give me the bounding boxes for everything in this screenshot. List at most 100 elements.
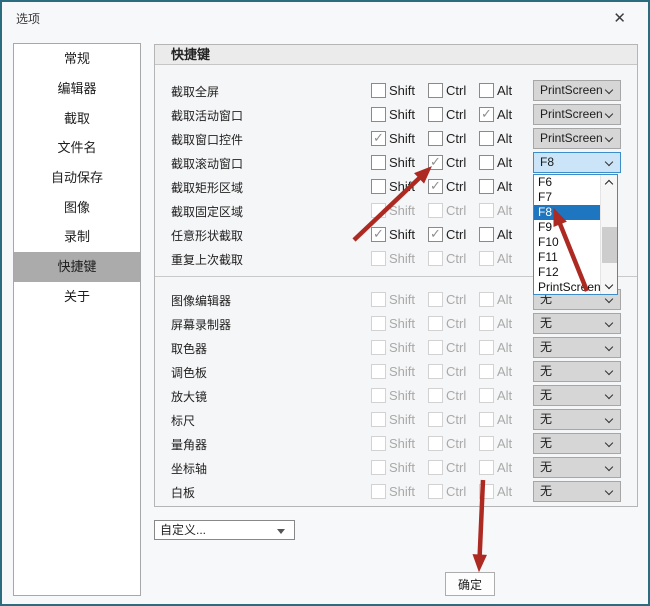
- alt-checkbox[interactable]: [479, 316, 494, 331]
- hotkey-combobox[interactable]: 无: [533, 385, 621, 406]
- hotkey-row-label: 重复上次截取: [171, 251, 243, 268]
- alt-checkbox[interactable]: [479, 203, 494, 218]
- sidebar-item-4[interactable]: 自动保存: [14, 163, 140, 193]
- ctrl-checkbox[interactable]: ✓: [428, 155, 443, 170]
- shift-checkbox[interactable]: [371, 83, 386, 98]
- alt-checkbox[interactable]: [479, 484, 494, 499]
- check-icon: ✓: [430, 178, 441, 194]
- hotkey-row: 放大镜ShiftCtrlAlt无: [155, 385, 637, 407]
- chevron-down-icon: [605, 110, 613, 118]
- alt-checkbox[interactable]: [479, 364, 494, 379]
- alt-checkbox[interactable]: [479, 251, 494, 266]
- hotkey-combobox[interactable]: PrintScreen: [533, 104, 621, 125]
- hotkey-combobox[interactable]: 无: [533, 337, 621, 358]
- ctrl-checkbox[interactable]: [428, 340, 443, 355]
- shift-checkbox[interactable]: [371, 340, 386, 355]
- custom-combobox[interactable]: 自定义...: [154, 520, 295, 540]
- sidebar-item-6[interactable]: 录制: [14, 222, 140, 252]
- ctrl-checkbox[interactable]: ✓: [428, 179, 443, 194]
- sidebar-item-8[interactable]: 关于: [14, 282, 140, 312]
- hotkey-combobox-value: PrintScreen: [540, 131, 603, 145]
- ok-button[interactable]: 确定: [445, 572, 495, 596]
- alt-checkbox[interactable]: [479, 436, 494, 451]
- shift-checkbox[interactable]: [371, 203, 386, 218]
- shift-checkbox[interactable]: ✓: [371, 227, 386, 242]
- scroll-up-icon[interactable]: [601, 175, 618, 190]
- alt-checkbox[interactable]: [479, 83, 494, 98]
- hotkey-combobox[interactable]: 无: [533, 361, 621, 382]
- shift-checkbox[interactable]: [371, 292, 386, 307]
- chevron-down-icon: [277, 529, 285, 534]
- dropdown-scrollbar[interactable]: [600, 175, 617, 294]
- scrollbar-thumb[interactable]: [602, 227, 617, 263]
- hotkey-combobox[interactable]: F8: [533, 152, 621, 173]
- hotkey-combobox-value: 无: [540, 460, 552, 474]
- ctrl-checkbox[interactable]: [428, 107, 443, 122]
- shift-checkbox[interactable]: [371, 412, 386, 427]
- alt-checkbox[interactable]: ✓: [479, 107, 494, 122]
- sidebar-item-2[interactable]: 截取: [14, 104, 140, 134]
- chevron-down-icon: [605, 367, 613, 375]
- ctrl-checkbox[interactable]: [428, 131, 443, 146]
- shift-checkbox[interactable]: [371, 107, 386, 122]
- scroll-down-icon[interactable]: [601, 279, 618, 294]
- hotkey-combobox[interactable]: 无: [533, 313, 621, 334]
- shift-checkbox[interactable]: ✓: [371, 131, 386, 146]
- hotkey-row-label: 截取滚动窗口: [171, 155, 243, 172]
- hotkey-combobox[interactable]: 无: [533, 433, 621, 454]
- sidebar-item-0[interactable]: 常规: [14, 44, 140, 74]
- alt-checkbox[interactable]: [479, 460, 494, 475]
- ctrl-checkbox[interactable]: [428, 292, 443, 307]
- sidebar-item-5[interactable]: 图像: [14, 193, 140, 223]
- alt-checkbox[interactable]: [479, 227, 494, 242]
- ctrl-checkbox[interactable]: [428, 412, 443, 427]
- chevron-down-icon: [605, 158, 613, 166]
- shift-checkbox[interactable]: [371, 484, 386, 499]
- shift-checkbox[interactable]: [371, 460, 386, 475]
- hotkey-combobox[interactable]: 无: [533, 409, 621, 430]
- alt-checkbox[interactable]: [479, 292, 494, 307]
- sidebar-item-3[interactable]: 文件名: [14, 133, 140, 163]
- shift-checkbox[interactable]: [371, 179, 386, 194]
- alt-checkbox[interactable]: [479, 340, 494, 355]
- hotkey-row-label: 调色板: [171, 364, 207, 381]
- shift-checkbox[interactable]: [371, 388, 386, 403]
- shift-checkbox[interactable]: [371, 436, 386, 451]
- hotkey-row: 调色板ShiftCtrlAlt无: [155, 361, 637, 383]
- ctrl-checkbox[interactable]: [428, 83, 443, 98]
- hotkey-row: 截取滚动窗口Shift✓CtrlAltF8: [155, 152, 637, 174]
- alt-label: Alt: [497, 316, 512, 331]
- sidebar-item-1[interactable]: 编辑器: [14, 74, 140, 104]
- sidebar-item-7[interactable]: 快捷键: [14, 252, 140, 282]
- shift-checkbox[interactable]: [371, 364, 386, 379]
- hotkey-combobox-value: 无: [540, 436, 552, 450]
- close-icon[interactable]: ✕: [607, 7, 632, 29]
- hotkey-combobox-value: 无: [540, 412, 552, 426]
- hotkey-combobox[interactable]: 无: [533, 457, 621, 478]
- shift-checkbox[interactable]: [371, 155, 386, 170]
- ctrl-checkbox[interactable]: [428, 460, 443, 475]
- hotkey-combobox[interactable]: PrintScreen: [533, 128, 621, 149]
- hotkey-combobox[interactable]: 无: [533, 481, 621, 502]
- shift-checkbox[interactable]: [371, 316, 386, 331]
- alt-checkbox[interactable]: [479, 155, 494, 170]
- alt-checkbox[interactable]: [479, 131, 494, 146]
- ctrl-checkbox[interactable]: [428, 388, 443, 403]
- ctrl-label: Ctrl: [446, 340, 466, 355]
- alt-checkbox[interactable]: [479, 412, 494, 427]
- ctrl-checkbox[interactable]: [428, 484, 443, 499]
- ctrl-checkbox[interactable]: ✓: [428, 227, 443, 242]
- hotkey-combobox[interactable]: PrintScreen: [533, 80, 621, 101]
- shift-label: Shift: [389, 203, 415, 218]
- alt-checkbox[interactable]: [479, 388, 494, 403]
- shift-checkbox[interactable]: [371, 251, 386, 266]
- hotkey-row-label: 放大镜: [171, 388, 207, 405]
- ctrl-checkbox[interactable]: [428, 364, 443, 379]
- alt-checkbox[interactable]: [479, 179, 494, 194]
- alt-label: Alt: [497, 251, 512, 266]
- ctrl-checkbox[interactable]: [428, 203, 443, 218]
- ctrl-checkbox[interactable]: [428, 436, 443, 451]
- shift-label: Shift: [389, 179, 415, 194]
- ctrl-checkbox[interactable]: [428, 251, 443, 266]
- ctrl-checkbox[interactable]: [428, 316, 443, 331]
